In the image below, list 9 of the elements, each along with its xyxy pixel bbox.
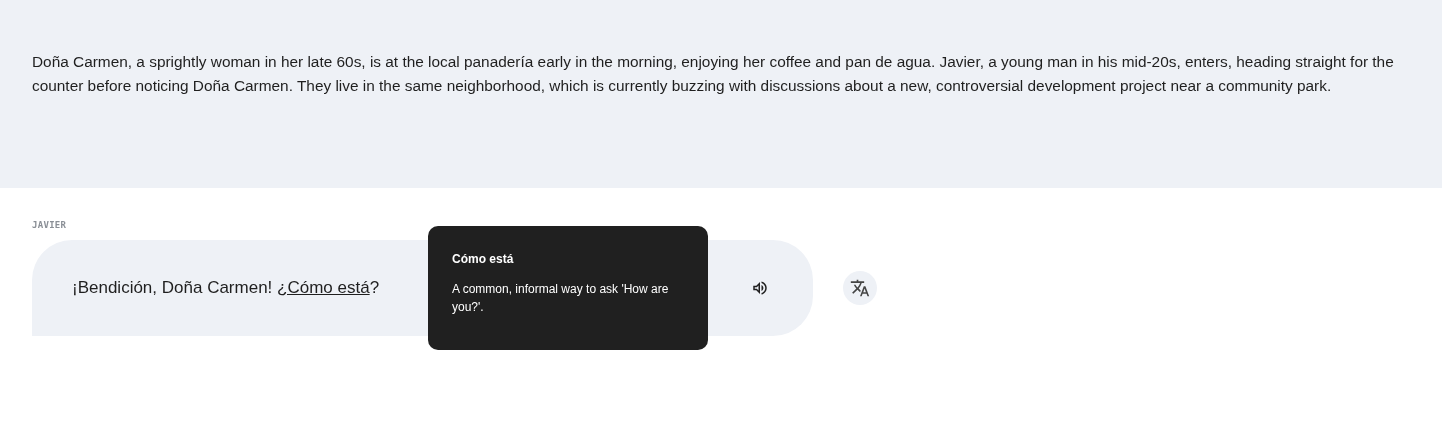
translate-icon <box>850 278 870 298</box>
translate-button[interactable] <box>843 271 877 305</box>
phrase-link[interactable]: ¿Cómo está <box>277 278 370 297</box>
message-text: ¡Bendición, Doña Carmen! ¿Cómo está? <box>72 278 380 298</box>
scenario-text: Doña Carmen, a sprightly woman in her late 60s, is at the local panadería early in the morning, enjoying her coffee and pan de agua. Javier, a young man in his mid-20s, enters, heading straight for the counter before noticing Doña Carmen. They live in the same neighborhood, which is currently buzzing with discussions about a new, controversial development project near a community park. <box>32 52 1395 96</box>
speaker-icon <box>751 279 769 297</box>
speaker-name: JAVIER <box>32 220 68 230</box>
tooltip-title: Cómo está <box>452 252 515 266</box>
tooltip-text: A common, informal way to ask 'How are you?'. <box>452 281 670 316</box>
